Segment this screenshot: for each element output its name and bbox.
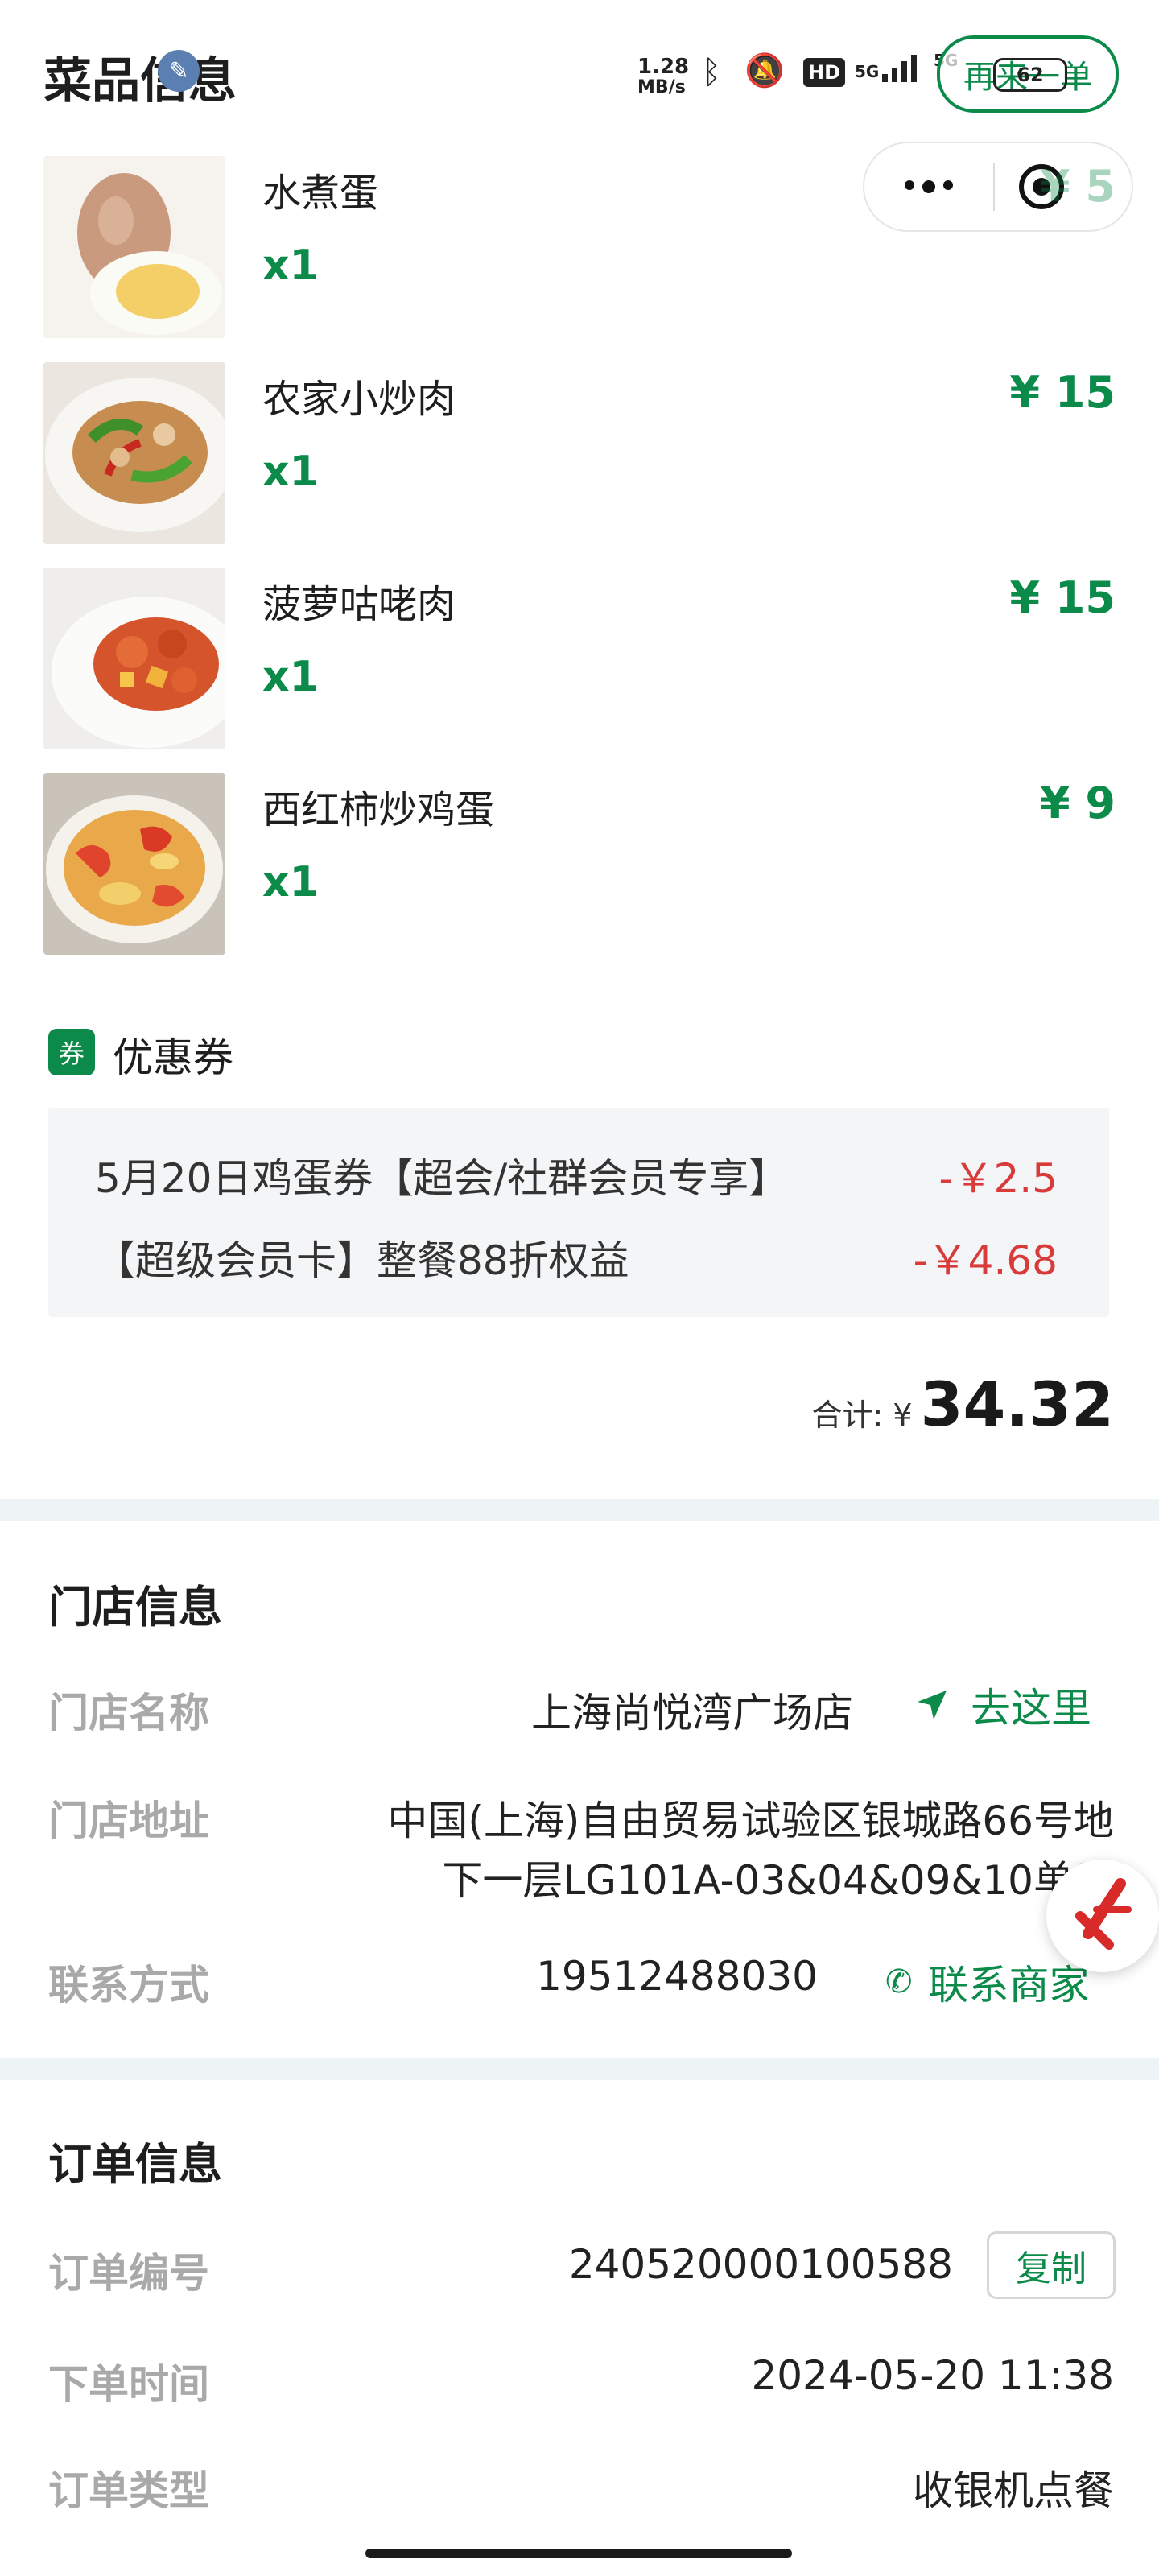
dish-price: ¥ 5 bbox=[1040, 161, 1116, 212]
store-info-title: 门店信息 bbox=[48, 1582, 222, 1633]
store-address-line1: 中国(上海)自由贸易试验区银城路66号地 bbox=[387, 1798, 1114, 1844]
coupon-section-title: 优惠券 bbox=[113, 1034, 233, 1081]
phone-icon: ✆ bbox=[885, 1963, 913, 2000]
dish-quantity: x1 bbox=[262, 242, 319, 290]
coupon-badge-icon: 券 bbox=[48, 1029, 95, 1075]
order-number-label: 订单编号 bbox=[48, 2250, 209, 2297]
order-time-value: 2024-05-20 11:38 bbox=[751, 2352, 1114, 2399]
store-address-line2: 下一层LG101A-03&04&09&10单元 bbox=[442, 1857, 1114, 1904]
order-type-label: 订单类型 bbox=[48, 2467, 209, 2514]
contact-merchant-label: 联系商家 bbox=[928, 1962, 1090, 2008]
dish-quantity: x1 bbox=[262, 858, 319, 906]
network-type-1: 5G bbox=[855, 62, 880, 81]
dish-price: ¥ 9 bbox=[1040, 778, 1116, 828]
order-time-label: 下单时间 bbox=[48, 2361, 209, 2408]
order-number-value: 240520000100588 bbox=[568, 2241, 953, 2288]
battery-level: 62 bbox=[1017, 64, 1044, 86]
dish-quantity: x1 bbox=[262, 448, 319, 496]
order-type-value: 收银机点餐 bbox=[913, 2467, 1114, 2514]
signal-strength-1: 5G bbox=[855, 50, 918, 82]
floating-promo-icon[interactable] bbox=[1046, 1860, 1159, 1972]
speed-value: 1.28 bbox=[637, 55, 690, 79]
home-indicator[interactable] bbox=[365, 2549, 792, 2558]
order-info-title: 订单信息 bbox=[48, 2139, 222, 2190]
page-section-title: 菜品信息 bbox=[43, 53, 237, 109]
dish-image-boiled-egg bbox=[43, 156, 225, 338]
coupon-amount: -￥2.5 bbox=[938, 1155, 1058, 1202]
coupon-name: 【超级会员卡】整餐88折权益 bbox=[95, 1237, 629, 1284]
battery-icon: 62 bbox=[993, 58, 1067, 92]
store-name-label: 门店名称 bbox=[48, 1690, 209, 1736]
hd-badge: HD bbox=[803, 58, 846, 87]
dish-image-sweet-sour-pork bbox=[43, 568, 225, 749]
signal-bars-icon bbox=[882, 50, 918, 82]
speed-unit: MB/s bbox=[637, 77, 686, 97]
dish-quantity: x1 bbox=[262, 653, 319, 701]
wrench-icon: ✎ bbox=[158, 50, 200, 92]
contact-phone: 19512488030 bbox=[536, 1953, 818, 2000]
dish-name: 农家小炒肉 bbox=[262, 377, 456, 422]
navigate-button[interactable]: 去这里 bbox=[914, 1676, 1091, 1734]
mute-icon: 🔕 bbox=[744, 52, 785, 89]
coupon-amount: -￥4.68 bbox=[913, 1237, 1058, 1284]
navigation-arrow-icon bbox=[918, 1690, 947, 1719]
navigate-label: 去这里 bbox=[971, 1685, 1091, 1732]
copy-label: 复制 bbox=[1016, 2248, 1087, 2289]
total-value: 34.32 bbox=[920, 1368, 1114, 1440]
network-speed: 1.28 MB/s bbox=[637, 56, 694, 98]
dish-name: 水煮蛋 bbox=[262, 171, 379, 216]
dish-name: 西红柿炒鸡蛋 bbox=[262, 787, 495, 832]
dish-price: ¥ 15 bbox=[1009, 367, 1116, 418]
bluetooth-icon: ᛒ bbox=[702, 54, 721, 91]
contact-label: 联系方式 bbox=[48, 1962, 209, 2008]
dish-name: 菠萝咕咾肉 bbox=[262, 582, 456, 627]
contact-merchant-button[interactable]: ✆ 联系商家 bbox=[885, 1953, 1090, 2011]
copy-order-number-button[interactable]: 复制 bbox=[987, 2231, 1116, 2299]
order-total: 合计: ¥ 34.32 bbox=[724, 1368, 1114, 1440]
store-name-value: 上海尚悦湾广场店 bbox=[531, 1690, 853, 1736]
dish-price: ¥ 15 bbox=[1009, 572, 1116, 623]
total-label: 合计: ¥ bbox=[811, 1397, 913, 1433]
dish-image-tomato-egg bbox=[43, 773, 225, 955]
dish-image-stir-fried-pork bbox=[43, 362, 225, 544]
section-divider bbox=[0, 1499, 1159, 1521]
store-address-label: 门店地址 bbox=[48, 1798, 209, 1844]
section-divider bbox=[0, 2058, 1159, 2080]
coupon-name: 5月20日鸡蛋券【超会/社群会员专享】 bbox=[95, 1155, 790, 1202]
